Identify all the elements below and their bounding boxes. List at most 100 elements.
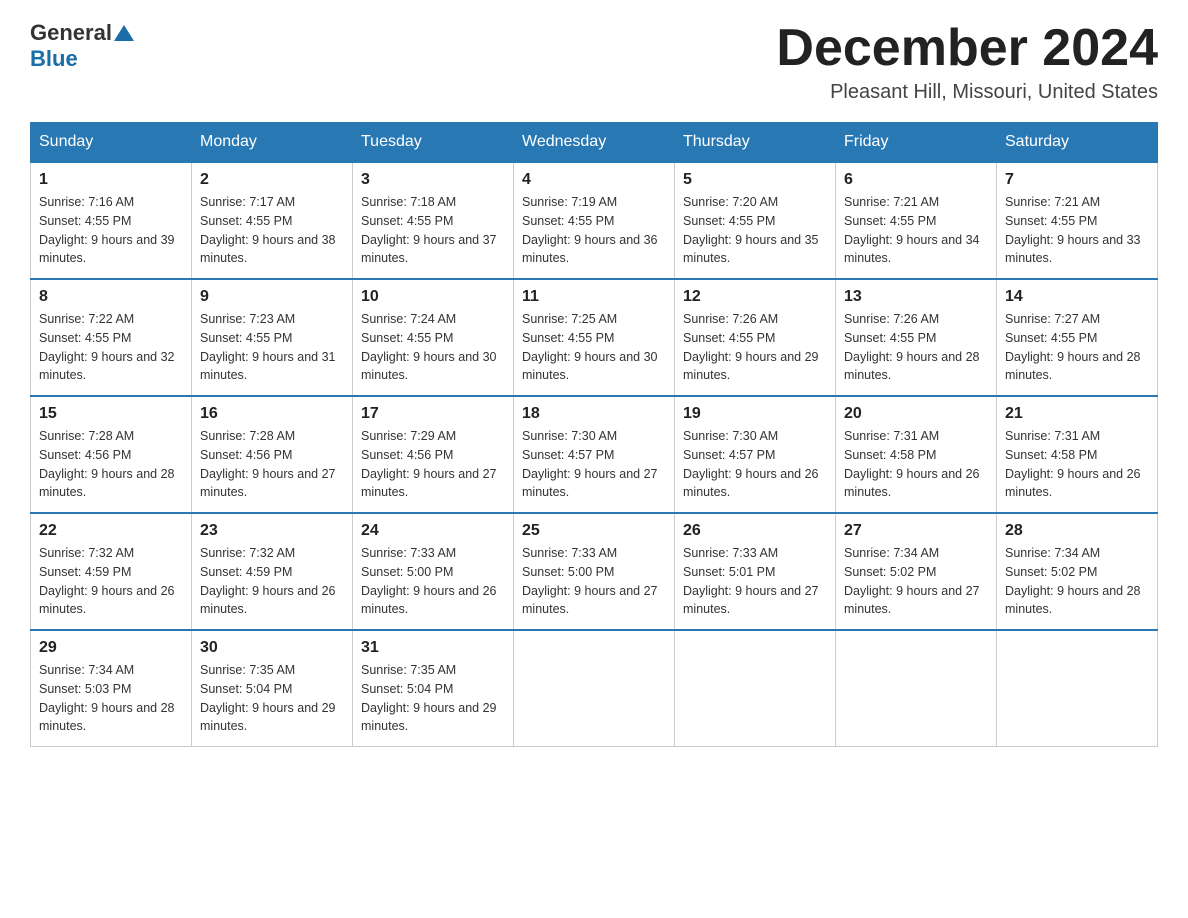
day-info: Sunrise: 7:32 AMSunset: 4:59 PMDaylight:… bbox=[200, 544, 344, 619]
calendar-cell: 23 Sunrise: 7:32 AMSunset: 4:59 PMDayligh… bbox=[192, 513, 353, 630]
location-title: Pleasant Hill, Missouri, United States bbox=[776, 81, 1158, 104]
calendar-cell: 8 Sunrise: 7:22 AMSunset: 4:55 PMDaylight… bbox=[31, 279, 192, 396]
weekday-header-monday: Monday bbox=[192, 123, 353, 163]
day-info: Sunrise: 7:34 AMSunset: 5:03 PMDaylight:… bbox=[39, 661, 183, 736]
logo-blue-text: Blue bbox=[30, 46, 78, 72]
day-info: Sunrise: 7:31 AMSunset: 4:58 PMDaylight:… bbox=[844, 427, 988, 502]
title-area: December 2024 Pleasant Hill, Missouri, U… bbox=[776, 20, 1158, 104]
day-info: Sunrise: 7:21 AMSunset: 4:55 PMDaylight:… bbox=[844, 193, 988, 268]
calendar-cell: 30Sunrise: 7:35 AMSunset: 5:04 PMDayligh… bbox=[192, 630, 353, 747]
calendar-cell: 10 Sunrise: 7:24 AMSunset: 4:55 PMDayligh… bbox=[353, 279, 514, 396]
day-number: 12 bbox=[683, 288, 827, 306]
weekday-header-wednesday: Wednesday bbox=[514, 123, 675, 163]
day-info: Sunrise: 7:33 AMSunset: 5:00 PMDaylight:… bbox=[522, 544, 666, 619]
calendar-cell: 1 Sunrise: 7:16 AMSunset: 4:55 PMDaylight… bbox=[31, 162, 192, 279]
day-number: 31 bbox=[361, 639, 505, 657]
calendar-cell: 11 Sunrise: 7:25 AMSunset: 4:55 PMDayligh… bbox=[514, 279, 675, 396]
day-info: Sunrise: 7:23 AMSunset: 4:55 PMDaylight:… bbox=[200, 310, 344, 385]
day-info: Sunrise: 7:26 AMSunset: 4:55 PMDaylight:… bbox=[683, 310, 827, 385]
logo-arrow-icon bbox=[114, 25, 134, 41]
day-info: Sunrise: 7:33 AMSunset: 5:01 PMDaylight:… bbox=[683, 544, 827, 619]
day-info: Sunrise: 7:22 AMSunset: 4:55 PMDaylight:… bbox=[39, 310, 183, 385]
calendar-cell: 22Sunrise: 7:32 AMSunset: 4:59 PMDayligh… bbox=[31, 513, 192, 630]
calendar-cell: 29 Sunrise: 7:34 AMSunset: 5:03 PMDayligh… bbox=[31, 630, 192, 747]
calendar-cell: 20Sunrise: 7:31 AMSunset: 4:58 PMDayligh… bbox=[836, 396, 997, 513]
day-number: 4 bbox=[522, 171, 666, 189]
day-info: Sunrise: 7:30 AMSunset: 4:57 PMDaylight:… bbox=[683, 427, 827, 502]
calendar-cell: 7 Sunrise: 7:21 AMSunset: 4:55 PMDaylight… bbox=[997, 162, 1158, 279]
day-info: Sunrise: 7:16 AMSunset: 4:55 PMDaylight:… bbox=[39, 193, 183, 268]
day-number: 18 bbox=[522, 405, 666, 423]
weekday-header-thursday: Thursday bbox=[675, 123, 836, 163]
calendar-cell: 16 Sunrise: 7:28 AMSunset: 4:56 PMDayligh… bbox=[192, 396, 353, 513]
calendar-cell: 18 Sunrise: 7:30 AMSunset: 4:57 PMDayligh… bbox=[514, 396, 675, 513]
weekday-header-saturday: Saturday bbox=[997, 123, 1158, 163]
day-info: Sunrise: 7:33 AMSunset: 5:00 PMDaylight:… bbox=[361, 544, 505, 619]
day-number: 16 bbox=[200, 405, 344, 423]
calendar-cell: 21Sunrise: 7:31 AMSunset: 4:58 PMDayligh… bbox=[997, 396, 1158, 513]
calendar-cell: 6 Sunrise: 7:21 AMSunset: 4:55 PMDaylight… bbox=[836, 162, 997, 279]
day-info: Sunrise: 7:32 AMSunset: 4:59 PMDaylight:… bbox=[39, 544, 183, 619]
calendar-cell: 9 Sunrise: 7:23 AMSunset: 4:55 PMDaylight… bbox=[192, 279, 353, 396]
day-info: Sunrise: 7:27 AMSunset: 4:55 PMDaylight:… bbox=[1005, 310, 1149, 385]
day-number: 25 bbox=[522, 522, 666, 540]
weekday-header-row: SundayMondayTuesdayWednesdayThursdayFrid… bbox=[31, 123, 1158, 163]
calendar-cell bbox=[514, 630, 675, 747]
day-number: 9 bbox=[200, 288, 344, 306]
day-number: 8 bbox=[39, 288, 183, 306]
calendar-cell: 26 Sunrise: 7:33 AMSunset: 5:01 PMDayligh… bbox=[675, 513, 836, 630]
calendar-week-row: 22Sunrise: 7:32 AMSunset: 4:59 PMDayligh… bbox=[31, 513, 1158, 630]
day-info: Sunrise: 7:25 AMSunset: 4:55 PMDaylight:… bbox=[522, 310, 666, 385]
calendar-cell: 14 Sunrise: 7:27 AMSunset: 4:55 PMDayligh… bbox=[997, 279, 1158, 396]
day-number: 26 bbox=[683, 522, 827, 540]
day-number: 1 bbox=[39, 171, 183, 189]
day-number: 14 bbox=[1005, 288, 1149, 306]
day-number: 6 bbox=[844, 171, 988, 189]
day-number: 23 bbox=[200, 522, 344, 540]
day-info: Sunrise: 7:19 AMSunset: 4:55 PMDaylight:… bbox=[522, 193, 666, 268]
calendar-cell: 15Sunrise: 7:28 AMSunset: 4:56 PMDayligh… bbox=[31, 396, 192, 513]
calendar-cell bbox=[675, 630, 836, 747]
calendar-cell: 25 Sunrise: 7:33 AMSunset: 5:00 PMDayligh… bbox=[514, 513, 675, 630]
day-number: 19 bbox=[683, 405, 827, 423]
calendar-cell: 17Sunrise: 7:29 AMSunset: 4:56 PMDayligh… bbox=[353, 396, 514, 513]
calendar-cell: 31 Sunrise: 7:35 AMSunset: 5:04 PMDayligh… bbox=[353, 630, 514, 747]
day-info: Sunrise: 7:21 AMSunset: 4:55 PMDaylight:… bbox=[1005, 193, 1149, 268]
calendar-table: SundayMondayTuesdayWednesdayThursdayFrid… bbox=[30, 122, 1158, 747]
day-info: Sunrise: 7:29 AMSunset: 4:56 PMDaylight:… bbox=[361, 427, 505, 502]
logo-general-text: General bbox=[30, 20, 112, 46]
weekday-header-sunday: Sunday bbox=[31, 123, 192, 163]
calendar-cell: 28Sunrise: 7:34 AMSunset: 5:02 PMDayligh… bbox=[997, 513, 1158, 630]
page-header: General Blue December 2024 Pleasant Hill… bbox=[30, 20, 1158, 104]
day-number: 11 bbox=[522, 288, 666, 306]
month-title: December 2024 bbox=[776, 20, 1158, 77]
weekday-header-friday: Friday bbox=[836, 123, 997, 163]
day-number: 5 bbox=[683, 171, 827, 189]
logo: General Blue bbox=[30, 20, 136, 72]
day-number: 24 bbox=[361, 522, 505, 540]
weekday-header-tuesday: Tuesday bbox=[353, 123, 514, 163]
day-number: 30 bbox=[200, 639, 344, 657]
day-number: 27 bbox=[844, 522, 988, 540]
day-info: Sunrise: 7:30 AMSunset: 4:57 PMDaylight:… bbox=[522, 427, 666, 502]
day-info: Sunrise: 7:28 AMSunset: 4:56 PMDaylight:… bbox=[39, 427, 183, 502]
day-info: Sunrise: 7:24 AMSunset: 4:55 PMDaylight:… bbox=[361, 310, 505, 385]
calendar-cell: 4 Sunrise: 7:19 AMSunset: 4:55 PMDaylight… bbox=[514, 162, 675, 279]
day-info: Sunrise: 7:34 AMSunset: 5:02 PMDaylight:… bbox=[1005, 544, 1149, 619]
day-number: 29 bbox=[39, 639, 183, 657]
day-number: 10 bbox=[361, 288, 505, 306]
calendar-cell bbox=[836, 630, 997, 747]
day-info: Sunrise: 7:31 AMSunset: 4:58 PMDaylight:… bbox=[1005, 427, 1149, 502]
day-info: Sunrise: 7:18 AMSunset: 4:55 PMDaylight:… bbox=[361, 193, 505, 268]
day-info: Sunrise: 7:20 AMSunset: 4:55 PMDaylight:… bbox=[683, 193, 827, 268]
calendar-cell bbox=[997, 630, 1158, 747]
calendar-cell: 5 Sunrise: 7:20 AMSunset: 4:55 PMDaylight… bbox=[675, 162, 836, 279]
calendar-cell: 24 Sunrise: 7:33 AMSunset: 5:00 PMDayligh… bbox=[353, 513, 514, 630]
calendar-cell: 2Sunrise: 7:17 AMSunset: 4:55 PMDaylight… bbox=[192, 162, 353, 279]
day-info: Sunrise: 7:28 AMSunset: 4:56 PMDaylight:… bbox=[200, 427, 344, 502]
day-number: 13 bbox=[844, 288, 988, 306]
calendar-cell: 3Sunrise: 7:18 AMSunset: 4:55 PMDaylight… bbox=[353, 162, 514, 279]
day-number: 7 bbox=[1005, 171, 1149, 189]
day-info: Sunrise: 7:17 AMSunset: 4:55 PMDaylight:… bbox=[200, 193, 344, 268]
day-info: Sunrise: 7:35 AMSunset: 5:04 PMDaylight:… bbox=[361, 661, 505, 736]
